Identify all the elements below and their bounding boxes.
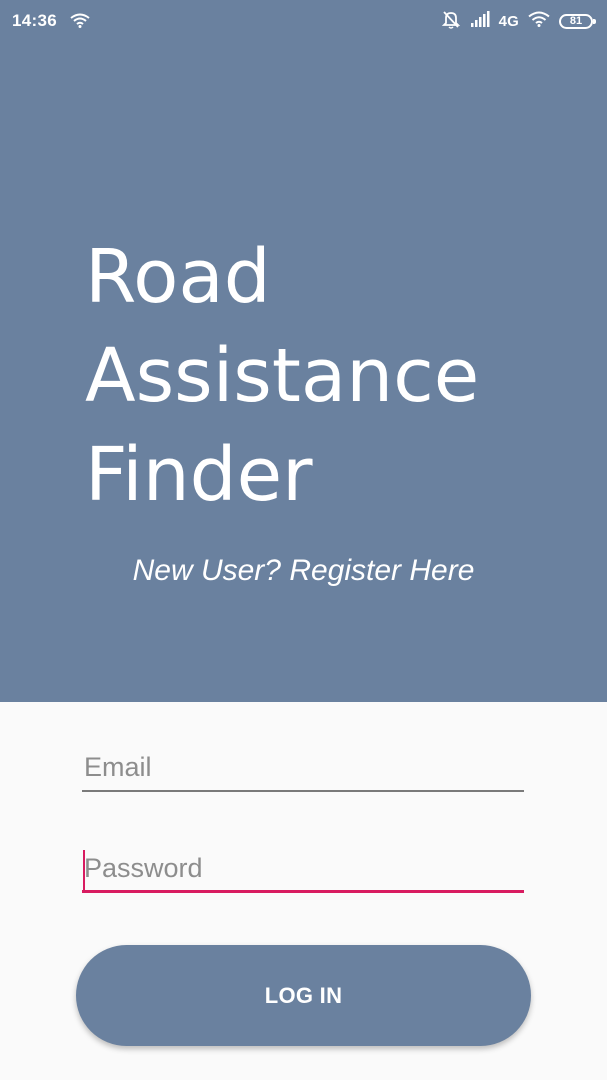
app-title-line-2: Assistance (85, 333, 480, 419)
password-field[interactable] (82, 846, 524, 896)
status-icons: 4G 81 (441, 9, 596, 34)
wifi-icon (528, 10, 550, 32)
app-title-line-3: Finder (85, 432, 313, 518)
text-cursor (83, 850, 85, 890)
signal-icon (470, 10, 490, 32)
battery-icon: 81 (559, 13, 596, 29)
app-title-line-1: Road (85, 234, 271, 320)
email-underline (82, 790, 524, 792)
password-input[interactable] (82, 846, 524, 890)
hero-banner: Road Assistance Finder New User? Registe… (0, 0, 607, 702)
status-time: 14:36 (12, 11, 57, 30)
email-field[interactable] (82, 745, 524, 795)
login-button[interactable]: LOG IN (76, 945, 531, 1046)
wifi-icon (70, 12, 90, 33)
register-link[interactable]: New User? Register Here (0, 551, 607, 591)
battery-level: 81 (569, 14, 583, 27)
password-underline (82, 890, 524, 893)
email-input[interactable] (82, 745, 524, 789)
alarm-off-icon (441, 9, 461, 34)
app-title: Road Assistance Finder (85, 228, 585, 525)
status-bar: 14:36 4G 81 (0, 0, 607, 44)
network-type: 4G (498, 12, 519, 30)
